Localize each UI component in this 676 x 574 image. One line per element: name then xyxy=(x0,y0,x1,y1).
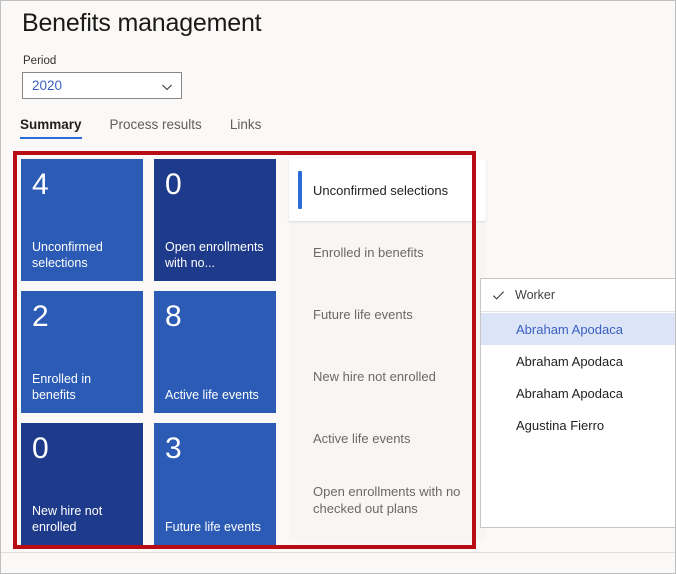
tile-future-life-events[interactable]: 3 Future life events xyxy=(154,423,276,545)
tile-label: Active life events xyxy=(165,387,268,403)
tile-enrolled-in-benefits[interactable]: 2 Enrolled in benefits xyxy=(21,291,143,413)
tab-links[interactable]: Links xyxy=(230,117,262,139)
tile-label: Unconfirmed selections xyxy=(32,239,135,271)
summary-tiles: 4 Unconfirmed selections 0 Open enrollme… xyxy=(21,159,276,545)
tile-unconfirmed-selections[interactable]: 4 Unconfirmed selections xyxy=(21,159,143,281)
tile-count: 8 xyxy=(165,301,265,333)
tile-count: 4 xyxy=(32,169,132,201)
chevron-down-icon[interactable] xyxy=(161,81,173,93)
tile-label: New hire not enrolled xyxy=(32,503,135,535)
worker-name: Abraham Apodaca xyxy=(516,354,623,369)
list-item-future-life-events[interactable]: Future life events xyxy=(289,283,486,345)
tile-active-life-events[interactable]: 8 Active life events xyxy=(154,291,276,413)
period-select[interactable]: 2020 xyxy=(22,72,182,99)
tile-label: Open enrollments with no... xyxy=(165,239,268,271)
worker-dropdown-header[interactable]: Worker xyxy=(481,279,675,312)
tile-count: 3 xyxy=(165,433,265,465)
period-value: 2020 xyxy=(32,78,62,93)
tile-label: Enrolled in benefits xyxy=(32,371,135,403)
worker-row[interactable]: Abraham Apodaca xyxy=(481,313,675,345)
list-item-active-life-events[interactable]: Active life events xyxy=(289,407,486,469)
tile-label: Future life events xyxy=(165,519,268,535)
list-item-label: Future life events xyxy=(313,306,413,323)
worker-name: Abraham Apodaca xyxy=(516,322,623,337)
list-item-label: Active life events xyxy=(313,430,411,447)
check-icon xyxy=(481,289,515,302)
tile-new-hire-not-enrolled[interactable]: 0 New hire not enrolled xyxy=(21,423,143,545)
list-item-open-enrollments[interactable]: Open enrollments with no checked out pla… xyxy=(289,469,486,531)
worker-name: Abraham Apodaca xyxy=(516,386,623,401)
list-item-unconfirmed-selections[interactable]: Unconfirmed selections xyxy=(289,159,486,221)
list-item-enrolled-in-benefits[interactable]: Enrolled in benefits xyxy=(289,221,486,283)
tile-count: 0 xyxy=(32,433,132,465)
worker-row[interactable]: Abraham Apodaca xyxy=(481,345,675,377)
list-item-new-hire-not-enrolled[interactable]: New hire not enrolled xyxy=(289,345,486,407)
list-item-label: Open enrollments with no checked out pla… xyxy=(313,483,474,517)
summary-list-panel: Unconfirmed selections Enrolled in benef… xyxy=(289,159,486,541)
worker-column-label: Worker xyxy=(515,288,555,302)
benefits-management-page: Benefits management Period 2020 Summary … xyxy=(0,0,676,574)
list-item-label: Enrolled in benefits xyxy=(313,244,424,261)
tile-open-enrollments[interactable]: 0 Open enrollments with no... xyxy=(154,159,276,281)
worker-row[interactable]: Abraham Apodaca xyxy=(481,377,675,409)
list-item-label: New hire not enrolled xyxy=(313,368,436,385)
worker-name: Agustina Fierro xyxy=(516,418,604,433)
tab-summary[interactable]: Summary xyxy=(20,117,82,139)
tab-bar: Summary Process results Links xyxy=(20,117,289,139)
tile-count: 0 xyxy=(165,169,265,201)
tile-count: 2 xyxy=(32,301,132,333)
worker-dropdown: Worker Abraham Apodaca Abraham Apodaca A… xyxy=(480,278,676,528)
page-title: Benefits management xyxy=(22,9,261,38)
selection-accent-bar xyxy=(298,171,302,209)
worker-row[interactable]: Agustina Fierro xyxy=(481,409,675,441)
bottom-strip xyxy=(1,552,675,573)
tab-process-results[interactable]: Process results xyxy=(110,117,202,139)
list-item-label: Unconfirmed selections xyxy=(313,182,448,199)
period-label: Period xyxy=(23,55,56,67)
